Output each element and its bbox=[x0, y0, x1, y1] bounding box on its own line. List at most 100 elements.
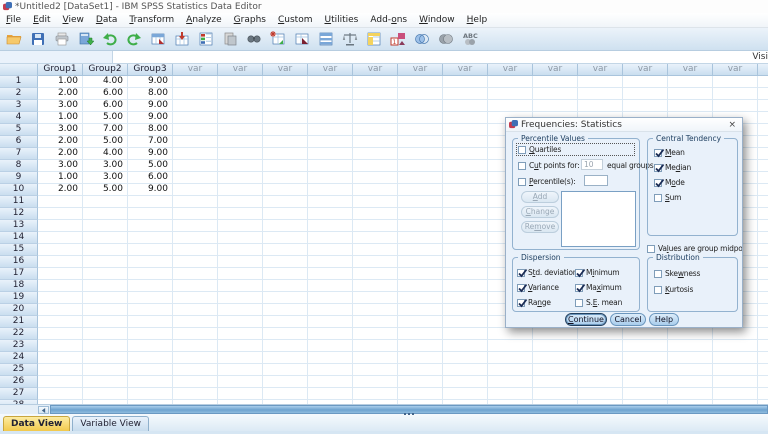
data-cell[interactable] bbox=[758, 100, 768, 112]
data-cell[interactable] bbox=[218, 352, 263, 364]
column-header-var[interactable]: var bbox=[398, 64, 443, 76]
undo-icon[interactable] bbox=[98, 29, 121, 49]
data-cell[interactable] bbox=[263, 316, 308, 328]
data-cell[interactable] bbox=[488, 328, 533, 340]
weight-cases-icon[interactable] bbox=[338, 29, 361, 49]
data-cell[interactable] bbox=[308, 328, 353, 340]
data-cell[interactable] bbox=[443, 184, 488, 196]
data-cell[interactable] bbox=[398, 232, 443, 244]
data-cell[interactable] bbox=[128, 388, 173, 400]
data-cell[interactable] bbox=[38, 328, 83, 340]
data-cell[interactable] bbox=[353, 88, 398, 100]
data-cell[interactable]: 3.00 bbox=[83, 160, 128, 172]
values-are-group-midpoints-option-checkbox[interactable] bbox=[647, 244, 655, 253]
data-cell[interactable] bbox=[263, 376, 308, 388]
data-cell[interactable] bbox=[173, 124, 218, 136]
redo-icon[interactable] bbox=[122, 29, 145, 49]
data-cell[interactable]: 6.00 bbox=[128, 172, 173, 184]
data-cell[interactable] bbox=[218, 244, 263, 256]
data-cell[interactable] bbox=[218, 208, 263, 220]
data-cell[interactable] bbox=[533, 352, 578, 364]
data-cell[interactable] bbox=[308, 112, 353, 124]
data-cell[interactable] bbox=[308, 388, 353, 400]
data-cell[interactable] bbox=[398, 292, 443, 304]
data-cell[interactable] bbox=[173, 100, 218, 112]
data-cell[interactable] bbox=[308, 88, 353, 100]
data-cell[interactable] bbox=[173, 280, 218, 292]
dispersion-variance[interactable]: Variance bbox=[517, 283, 559, 292]
data-cell[interactable] bbox=[443, 124, 488, 136]
save-icon[interactable] bbox=[26, 29, 49, 49]
cut-points-option-checkbox[interactable] bbox=[518, 161, 526, 170]
data-cell[interactable] bbox=[218, 232, 263, 244]
data-cell[interactable] bbox=[443, 220, 488, 232]
data-cell[interactable] bbox=[263, 184, 308, 196]
data-cell[interactable] bbox=[308, 316, 353, 328]
data-cell[interactable] bbox=[308, 172, 353, 184]
data-cell[interactable] bbox=[83, 376, 128, 388]
data-cell[interactable] bbox=[263, 304, 308, 316]
data-cell[interactable] bbox=[443, 232, 488, 244]
data-cell[interactable] bbox=[398, 88, 443, 100]
tab-variable-view[interactable]: Variable View bbox=[72, 416, 150, 431]
data-cell[interactable] bbox=[443, 340, 488, 352]
data-cell[interactable] bbox=[353, 388, 398, 400]
data-cell[interactable] bbox=[353, 148, 398, 160]
data-cell[interactable] bbox=[128, 208, 173, 220]
data-cell[interactable] bbox=[263, 328, 308, 340]
data-cell[interactable] bbox=[353, 136, 398, 148]
split-file-icon[interactable] bbox=[314, 29, 337, 49]
data-cell[interactable] bbox=[623, 376, 668, 388]
data-cell[interactable] bbox=[398, 244, 443, 256]
horizontal-scrollbar[interactable] bbox=[0, 404, 768, 415]
data-cell[interactable] bbox=[173, 148, 218, 160]
row-header-22[interactable]: 22 bbox=[0, 328, 38, 340]
data-cell[interactable] bbox=[758, 328, 768, 340]
data-cell[interactable] bbox=[668, 388, 713, 400]
data-cell[interactable] bbox=[173, 328, 218, 340]
data-cell[interactable] bbox=[128, 232, 173, 244]
data-cell[interactable] bbox=[578, 340, 623, 352]
data-cell[interactable] bbox=[308, 304, 353, 316]
menu-file[interactable]: File bbox=[0, 14, 27, 26]
data-cell[interactable] bbox=[218, 112, 263, 124]
data-cell[interactable] bbox=[128, 292, 173, 304]
distribution-kurtosis-checkbox[interactable] bbox=[654, 285, 662, 294]
data-cell[interactable] bbox=[758, 220, 768, 232]
column-header-var[interactable]: var bbox=[308, 64, 353, 76]
select-cases-icon[interactable] bbox=[362, 29, 385, 49]
data-cell[interactable] bbox=[758, 112, 768, 124]
data-cell[interactable] bbox=[398, 148, 443, 160]
data-cell[interactable] bbox=[443, 160, 488, 172]
goto-case-icon[interactable] bbox=[146, 29, 169, 49]
data-cell[interactable] bbox=[173, 304, 218, 316]
row-header-1[interactable]: 1 bbox=[0, 76, 38, 88]
data-cell[interactable] bbox=[83, 304, 128, 316]
data-cell[interactable] bbox=[623, 340, 668, 352]
remove-button[interactable]: Remove bbox=[521, 221, 559, 233]
distribution-skewness-checkbox[interactable] bbox=[654, 269, 662, 278]
data-cell[interactable] bbox=[443, 136, 488, 148]
data-cell[interactable] bbox=[83, 244, 128, 256]
data-cell[interactable] bbox=[758, 376, 768, 388]
data-cell[interactable] bbox=[263, 100, 308, 112]
data-cell[interactable] bbox=[218, 388, 263, 400]
data-cell[interactable] bbox=[443, 364, 488, 376]
data-cell[interactable] bbox=[713, 352, 758, 364]
data-cell[interactable]: 5.00 bbox=[83, 112, 128, 124]
data-cell[interactable] bbox=[443, 352, 488, 364]
data-cell[interactable] bbox=[578, 376, 623, 388]
data-cell[interactable] bbox=[308, 244, 353, 256]
data-cell[interactable] bbox=[758, 316, 768, 328]
add-button[interactable]: Add bbox=[521, 191, 559, 203]
data-cell[interactable] bbox=[353, 220, 398, 232]
data-cell[interactable]: 7.00 bbox=[83, 124, 128, 136]
data-cell[interactable] bbox=[218, 220, 263, 232]
data-cell[interactable] bbox=[83, 208, 128, 220]
data-cell[interactable] bbox=[443, 316, 488, 328]
data-cell[interactable] bbox=[38, 232, 83, 244]
data-cell[interactable]: 2.00 bbox=[38, 184, 83, 196]
row-header-7[interactable]: 7 bbox=[0, 148, 38, 160]
data-cell[interactable] bbox=[353, 112, 398, 124]
data-cell[interactable] bbox=[128, 376, 173, 388]
